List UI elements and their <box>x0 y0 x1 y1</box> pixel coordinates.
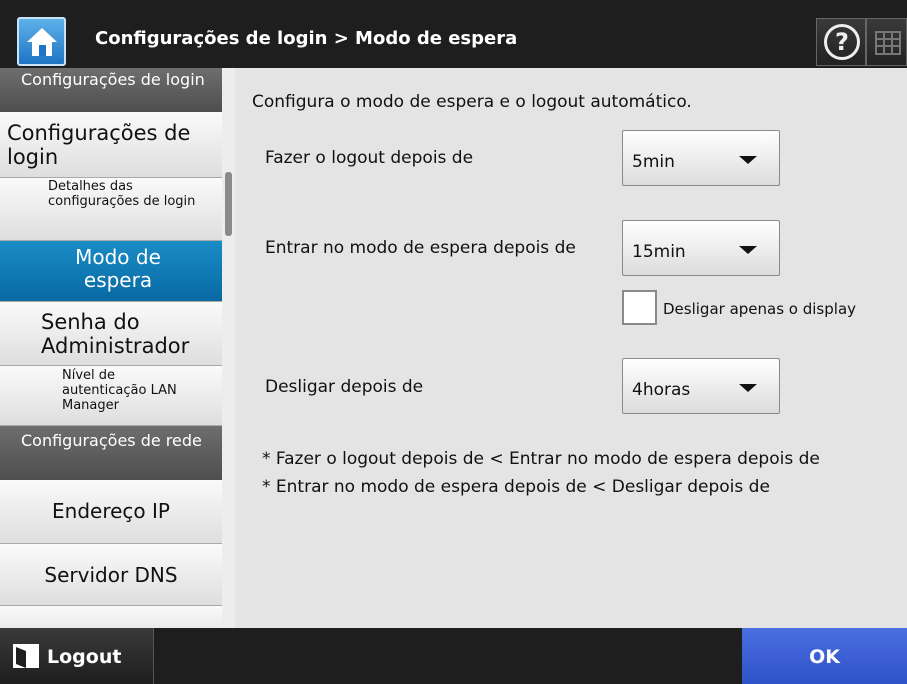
main-panel: Configura o modo de espera e o logout au… <box>235 68 907 628</box>
sidebar-scrollbar[interactable] <box>222 68 235 628</box>
sidebar: Configurações de login Configurações de … <box>0 68 235 628</box>
title-bar: Configurações de login > Modo de espera … <box>0 0 907 68</box>
power-off-after-select[interactable]: 4horas <box>622 358 780 414</box>
logout-after-label: Fazer o logout depois de <box>265 148 474 168</box>
page-description: Configura o modo de espera e o logout au… <box>252 92 692 112</box>
logout-after-value: 5min <box>632 152 675 172</box>
help-icon: ? <box>824 24 860 60</box>
sidebar-section-network: Configurações de rede <box>0 426 222 480</box>
standby-after-select[interactable]: 15min <box>622 220 780 276</box>
home-button[interactable] <box>17 17 66 66</box>
sidebar-item-more[interactable] <box>0 606 222 628</box>
sidebar-item-label: Endereço IP <box>52 499 170 523</box>
help-button[interactable]: ? <box>816 18 866 66</box>
logout-after-select[interactable]: 5min <box>622 130 780 186</box>
ok-label: OK <box>809 646 840 668</box>
keyboard-button[interactable] <box>866 18 907 66</box>
sidebar-item-label: Senha do Administrador <box>41 310 190 359</box>
logout-label: Logout <box>47 646 122 668</box>
chevron-down-icon <box>739 384 757 392</box>
sidebar-item-label: Servidor DNS <box>44 563 178 587</box>
sidebar-item-dns-server[interactable]: Servidor DNS <box>0 544 222 606</box>
sidebar-item-standby-mode[interactable]: Modo de espera <box>0 241 222 302</box>
keyboard-icon <box>875 31 901 55</box>
page-title: Configurações de login > Modo de espera <box>95 28 518 49</box>
sidebar-item-lan-manager[interactable]: Nível de autenticação LAN Manager <box>0 366 222 426</box>
standby-after-value: 15min <box>632 242 686 262</box>
sidebar-section-login-label: Configurações de login <box>21 70 205 89</box>
sidebar-item-login-settings[interactable]: Configurações de login <box>0 112 222 178</box>
power-off-after-value: 4horas <box>632 380 691 400</box>
sidebar-item-ip-address[interactable]: Endereço IP <box>0 480 222 544</box>
sidebar-item-label: Modo de espera <box>75 245 161 292</box>
sidebar-item-label: Detalhes das configurações de login <box>48 179 196 209</box>
display-only-label: Desligar apenas o display <box>663 300 857 318</box>
chevron-down-icon <box>739 246 757 254</box>
sidebar-item-login-details[interactable]: Detalhes das configurações de login <box>0 178 222 241</box>
power-off-after-label: Desligar depois de <box>265 377 424 397</box>
logout-button[interactable]: Logout <box>0 628 154 684</box>
sidebar-scroll-thumb[interactable] <box>225 172 232 236</box>
sidebar-item-label: Nível de autenticação LAN Manager <box>62 368 177 413</box>
chevron-down-icon <box>739 156 757 164</box>
home-icon <box>27 28 57 56</box>
constraint-note-1: * Fazer o logout depois de < Entrar no m… <box>262 449 820 469</box>
sidebar-item-admin-password[interactable]: Senha do Administrador <box>0 302 222 366</box>
sidebar-section-login: Configurações de login <box>0 68 222 112</box>
sidebar-section-network-label: Configurações de rede <box>21 431 202 450</box>
sidebar-item-label: Configurações de login <box>7 121 191 170</box>
standby-after-label: Entrar no modo de espera depois de <box>265 238 576 258</box>
display-only-checkbox[interactable] <box>622 290 657 325</box>
constraint-note-2: * Entrar no modo de espera depois de < D… <box>262 477 770 497</box>
footer-bar: Logout OK <box>0 628 907 684</box>
ok-button[interactable]: OK <box>742 628 907 684</box>
logout-icon <box>13 644 39 668</box>
